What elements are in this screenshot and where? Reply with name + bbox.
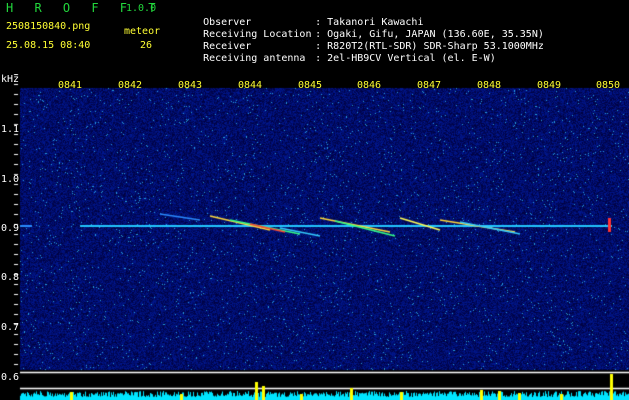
time-tick: 0842 xyxy=(118,80,143,91)
file-datetime: 25.08.15 08:40 xyxy=(6,40,91,51)
spectrogram xyxy=(0,74,629,400)
info-value: : 2el-HB9CV Vertical (el. E-W) xyxy=(315,53,496,64)
freq-tick: 0.7 xyxy=(1,322,20,333)
freq-tick: 0.6 xyxy=(1,372,20,383)
axis-unit: kHz xyxy=(1,74,20,85)
freq-tick: 0.8 xyxy=(1,272,20,283)
file-name: 2508150840.png xyxy=(6,21,91,32)
time-tick: 0847 xyxy=(417,80,442,91)
time-tick: 0845 xyxy=(298,80,323,91)
time-tick: 0844 xyxy=(238,80,263,91)
freq-tick: 1.0 xyxy=(1,174,20,185)
app-version: 1.0.0 xyxy=(126,3,157,14)
meteor-count: 26 xyxy=(140,40,153,51)
info-antenna: Receiving antenna : 2el-HB9CV Vertical (e… xyxy=(179,41,496,77)
time-tick: 0850 xyxy=(596,80,621,91)
freq-tick: 0.9 xyxy=(1,223,20,234)
time-tick: 0848 xyxy=(477,80,502,91)
time-tick: 0846 xyxy=(357,80,382,91)
meteor-label: meteor xyxy=(124,26,161,37)
time-tick: 0843 xyxy=(178,80,203,91)
time-tick: 0841 xyxy=(58,80,83,91)
freq-tick: 1.1 xyxy=(1,124,20,135)
info-key: Receiving antenna xyxy=(203,53,306,64)
header-panel: H R O F F T 1.0.0 2508150840.png 25.08.1… xyxy=(0,0,629,74)
time-tick: 0849 xyxy=(537,80,562,91)
